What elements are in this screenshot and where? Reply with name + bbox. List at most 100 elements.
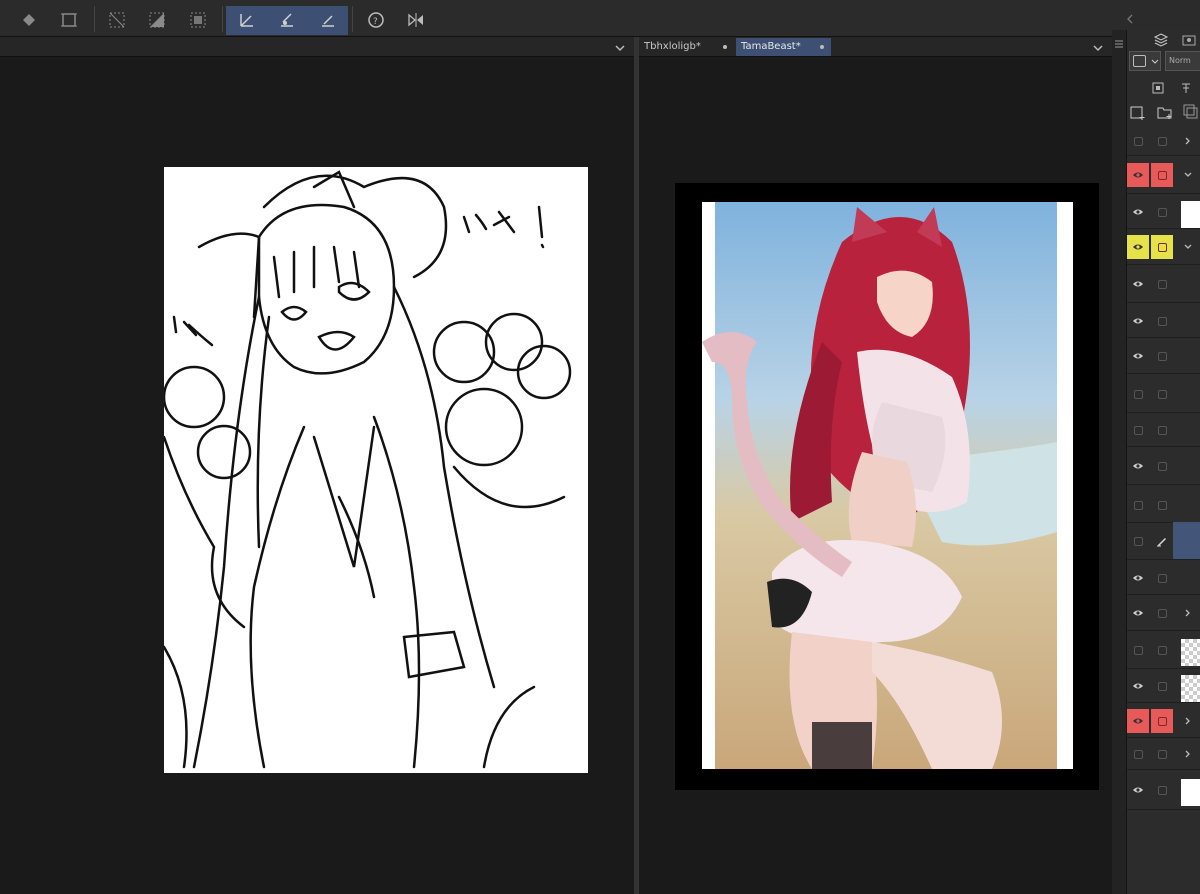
lock-toggle-icon[interactable] [1151, 163, 1173, 187]
reference-artwork [702, 202, 1057, 769]
lock-toggle-icon[interactable] [1151, 235, 1173, 259]
transform-icon[interactable] [55, 6, 83, 34]
chevron-right-icon[interactable] [1177, 129, 1199, 153]
layer-row[interactable] [1127, 229, 1200, 265]
eye-hidden-icon[interactable] [1127, 742, 1149, 766]
duplicate-layer-icon[interactable] [1183, 104, 1199, 124]
new-layer-icon[interactable] [1130, 104, 1146, 124]
lock-toggle-icon[interactable] [1151, 674, 1173, 698]
layer-row[interactable] [1127, 487, 1200, 523]
edit-pen-icon[interactable] [1151, 529, 1173, 553]
help-rotate-icon[interactable]: ? [362, 6, 390, 34]
layer-thumbnail[interactable] [1181, 675, 1200, 702]
lock-toggle-icon[interactable] [1151, 200, 1173, 224]
eye-icon[interactable] [1127, 272, 1149, 296]
eye-hidden-icon[interactable] [1127, 418, 1149, 442]
layer-panel: Norm [1126, 30, 1200, 894]
layer-row[interactable] [1127, 669, 1200, 703]
layer-color-select[interactable] [1129, 51, 1161, 71]
eye-hidden-icon[interactable] [1127, 493, 1149, 517]
command-bar: ? [0, 0, 1112, 37]
chevron-right-icon[interactable] [1177, 742, 1199, 766]
layer-row[interactable] [1127, 447, 1200, 485]
lock-toggle-icon[interactable] [1151, 493, 1173, 517]
chevron-down-icon[interactable] [1177, 163, 1199, 187]
layer-row[interactable] [1127, 338, 1200, 374]
layer-row[interactable] [1127, 125, 1200, 156]
right-tabstrip: Tbhxloligb* TamaBeast* [639, 37, 1112, 57]
lock-toggle-icon[interactable] [1151, 382, 1173, 406]
eye-icon[interactable] [1127, 674, 1149, 698]
layer-row[interactable] [1127, 738, 1200, 770]
blend-mode-select[interactable]: Norm [1165, 51, 1200, 71]
layer-row[interactable] [1127, 631, 1200, 669]
lock-toggle-icon[interactable] [1151, 454, 1173, 478]
eye-icon[interactable] [1127, 200, 1149, 224]
panel-collapse-icon[interactable] [1126, 10, 1133, 24]
tab-tbhxloligb[interactable]: Tbhxloligb* [639, 38, 734, 56]
eye-icon[interactable] [1127, 235, 1149, 259]
reference-canvas[interactable] [702, 202, 1073, 769]
brush-ruler-icon[interactable] [273, 6, 301, 34]
lock-toggle-icon[interactable] [1151, 418, 1173, 442]
lock-toggle-icon[interactable] [1151, 638, 1173, 662]
search-layer-icon[interactable] [1181, 32, 1197, 52]
chevron-down-icon[interactable] [614, 39, 626, 58]
eye-icon[interactable] [1127, 566, 1149, 590]
sketch-canvas[interactable] [164, 167, 588, 773]
eye-hidden-icon[interactable] [1127, 638, 1149, 662]
fill-icon[interactable] [15, 6, 43, 34]
layer-mask-icon[interactable] [1151, 80, 1165, 99]
pane-splitter[interactable] [634, 37, 639, 894]
invert-selection-icon[interactable] [143, 6, 171, 34]
chevron-right-icon[interactable] [1177, 601, 1199, 625]
lock-toggle-icon[interactable] [1151, 742, 1173, 766]
flip-horizontal-icon[interactable] [402, 6, 430, 34]
layer-row[interactable] [1127, 703, 1200, 738]
lock-toggle-icon[interactable] [1151, 272, 1173, 296]
eye-icon[interactable] [1127, 163, 1149, 187]
layer-row[interactable] [1127, 195, 1200, 229]
eye-hidden-icon[interactable] [1127, 129, 1149, 153]
eye-icon[interactable] [1127, 309, 1149, 333]
chevron-right-icon[interactable] [1177, 709, 1199, 733]
layer-row[interactable] [1127, 304, 1200, 338]
layer-row[interactable] [1127, 156, 1200, 194]
pin-icon[interactable] [1179, 80, 1193, 99]
lock-toggle-icon[interactable] [1151, 709, 1173, 733]
lock-toggle-icon[interactable] [1151, 601, 1173, 625]
select-all-icon[interactable] [184, 6, 212, 34]
lock-toggle-icon[interactable] [1151, 778, 1173, 802]
lock-toggle-icon[interactable] [1151, 344, 1173, 368]
chevron-down-icon[interactable] [1092, 39, 1104, 58]
layer-row[interactable] [1127, 522, 1200, 560]
layer-row[interactable] [1127, 770, 1200, 810]
eye-icon[interactable] [1127, 709, 1149, 733]
layer-thumbnail[interactable] [1181, 779, 1200, 806]
layer-thumbnail[interactable] [1181, 639, 1200, 666]
layer-thumbnail[interactable] [1181, 201, 1200, 228]
menu-icon[interactable] [1115, 33, 1123, 48]
eye-icon[interactable] [1127, 778, 1149, 802]
clear-selection-icon[interactable] [103, 6, 131, 34]
new-folder-icon[interactable] [1157, 104, 1173, 124]
eye-hidden-icon[interactable] [1127, 529, 1149, 553]
guide-ruler-icon[interactable] [314, 6, 342, 34]
lock-toggle-icon[interactable] [1151, 566, 1173, 590]
layer-row[interactable] [1127, 413, 1200, 447]
lock-toggle-icon[interactable] [1151, 129, 1173, 153]
eye-icon[interactable] [1127, 601, 1149, 625]
layer-row[interactable] [1127, 375, 1200, 413]
lock-toggle-icon[interactable] [1151, 309, 1173, 333]
chevron-down-icon[interactable] [1177, 235, 1199, 259]
eye-icon[interactable] [1127, 344, 1149, 368]
tab-tamabeast[interactable]: TamaBeast* [736, 38, 831, 56]
layers-icon[interactable] [1153, 32, 1169, 52]
layer-row[interactable] [1127, 265, 1200, 303]
layer-row[interactable] [1127, 595, 1200, 631]
layer-color-swatch-icon [1133, 55, 1146, 67]
eye-icon[interactable] [1127, 454, 1149, 478]
eye-hidden-icon[interactable] [1127, 382, 1149, 406]
layer-row[interactable] [1127, 561, 1200, 595]
ruler-icon[interactable] [233, 6, 261, 34]
